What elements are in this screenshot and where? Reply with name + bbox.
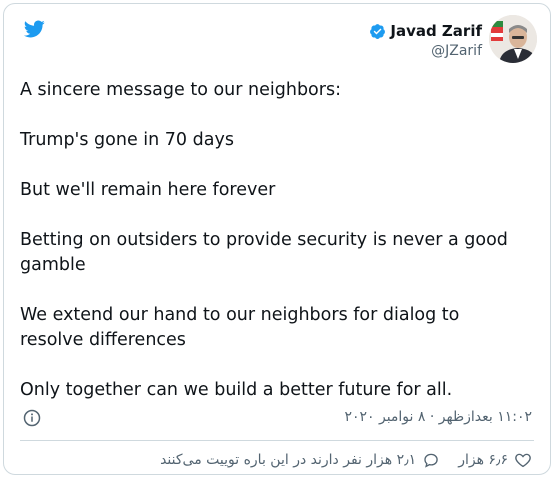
avatar[interactable] [489,15,537,63]
tweet-paragraph: Trump's gone in 70 days [20,130,234,150]
tweet-text: A sincere message to our neighbors: Trum… [20,78,520,403]
like-button[interactable]: ۶٫۶ هزار [458,451,532,469]
avatar-image [489,15,537,63]
tweet-paragraph: But we'll remain here forever [20,180,276,200]
heart-icon [515,453,531,468]
author-handle[interactable]: @JZarif [369,43,482,59]
tweet-paragraph: We extend our hand to our neighbors for … [20,305,460,350]
tweet-paragraph: A sincere message to our neighbors: [20,80,341,100]
like-count: ۶٫۶ هزار [458,452,508,468]
info-icon[interactable] [23,409,41,427]
twitter-bird-icon[interactable] [21,18,47,40]
reply-bubble-icon [424,453,438,468]
reply-button[interactable]: ۲٫۱ هزار نفر دارند در این باره توییت می‌… [160,451,440,469]
author-name[interactable]: Javad Zarif [390,22,482,40]
tweet-card[interactable]: Javad Zarif @JZarif A sincere message to… [3,3,551,475]
divider [20,440,534,441]
reply-label: ۲٫۱ هزار نفر دارند در این باره توییت می‌… [160,452,417,468]
tweet-paragraph: Only together can we build a better futu… [20,380,453,400]
tweet-author[interactable]: Javad Zarif @JZarif [369,22,482,59]
tweet-paragraph: Betting on outsiders to provide security… [20,230,508,275]
verified-badge-icon [370,23,386,39]
tweet-actions: ۶٫۶ هزار ۲٫۱ هزار نفر دارند در این باره … [160,451,532,469]
tweet-timestamp[interactable]: ۱۱:۰۲ بعدازظهر · ۸ نوامبر ۲۰۲۰ [344,409,532,425]
